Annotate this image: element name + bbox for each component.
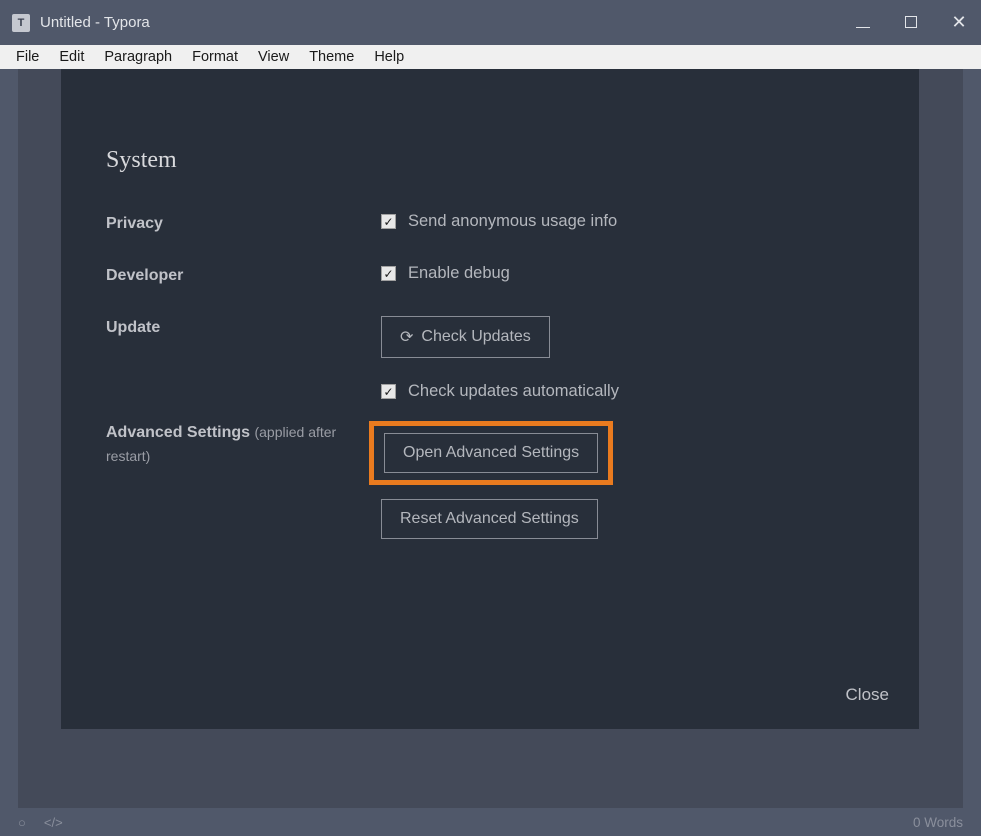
row-privacy: Privacy ✓ Send anonymous usage info [101,212,879,236]
app-icon: T [12,14,30,32]
maximize-button[interactable] [901,15,921,31]
row-advanced-settings: Advanced Settings (applied after restart… [101,421,879,539]
checkbox-auto-update[interactable]: ✓ Check updates automatically [381,382,879,401]
check-icon: ✓ [381,384,396,399]
minimize-button[interactable] [853,15,873,31]
check-icon: ✓ [381,214,396,229]
menu-file[interactable]: File [6,47,49,67]
label-developer: Developer [101,264,381,288]
settings-panel: System Privacy ✓ Send anonymous usage in… [61,69,919,729]
word-count[interactable]: 0 Words [913,815,963,830]
checkbox-label: Enable debug [408,264,510,283]
check-updates-button[interactable]: ⟳ Check Updates [381,316,550,358]
menu-help[interactable]: Help [364,47,414,67]
titlebar: T Untitled - Typora ✕ [0,0,981,45]
menu-theme[interactable]: Theme [299,47,364,67]
row-update: Update ⟳ Check Updates ✓ Check updates a… [101,316,879,401]
menu-view[interactable]: View [248,47,299,67]
checkbox-label: Check updates automatically [408,382,619,401]
statusbar: ○ </> 0 Words [0,808,981,836]
menubar: File Edit Paragraph Format View Theme He… [0,45,981,69]
highlight-box: Open Advanced Settings [369,421,613,485]
refresh-icon: ⟳ [400,327,413,347]
reset-advanced-settings-button[interactable]: Reset Advanced Settings [381,499,598,539]
label-advanced-settings: Advanced Settings (applied after restart… [101,421,381,469]
statusbar-left: ○ </> [18,815,63,830]
section-title-system: System [101,147,879,174]
close-window-button[interactable]: ✕ [949,12,969,33]
open-advanced-settings-button[interactable]: Open Advanced Settings [384,433,598,473]
menu-edit[interactable]: Edit [49,47,94,67]
checkbox-anonymous-usage[interactable]: ✓ Send anonymous usage info [381,212,879,231]
window-controls: ✕ [853,12,969,33]
checkbox-label: Send anonymous usage info [408,212,617,231]
close-settings-button[interactable]: Close [846,685,889,705]
button-label: Check Updates [421,328,530,346]
label-update: Update [101,316,381,340]
row-developer: Developer ✓ Enable debug [101,264,879,288]
check-icon: ✓ [381,266,396,281]
source-code-icon[interactable]: </> [44,815,63,830]
titlebar-left: T Untitled - Typora [12,14,150,32]
menu-paragraph[interactable]: Paragraph [94,47,182,67]
label-privacy: Privacy [101,212,381,236]
menu-format[interactable]: Format [182,47,248,67]
button-label: Open Advanced Settings [403,444,579,462]
outline-toggle-icon[interactable]: ○ [18,815,26,830]
editor-background: System Privacy ✓ Send anonymous usage in… [18,69,963,808]
window-title: Untitled - Typora [40,14,150,31]
checkbox-enable-debug[interactable]: ✓ Enable debug [381,264,879,283]
button-label: Reset Advanced Settings [400,510,579,528]
